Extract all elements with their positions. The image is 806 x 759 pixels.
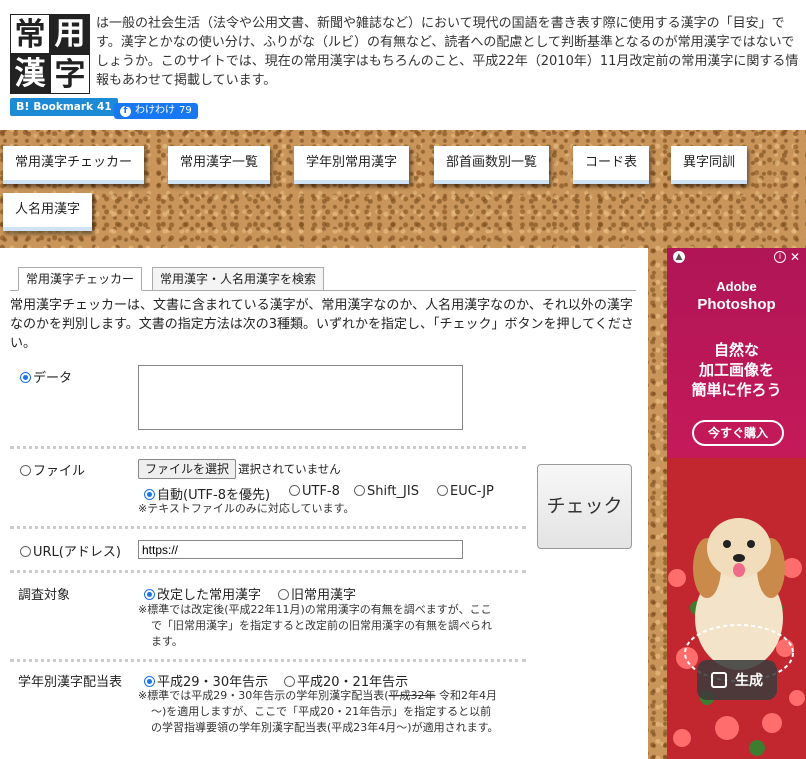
logo-char: 常 — [10, 14, 50, 54]
file-label: ファイル — [33, 464, 86, 479]
nav-kanji-list[interactable]: 常用漢字一覧 — [168, 146, 271, 184]
file-option[interactable]: ファイル — [20, 460, 85, 479]
radio-grade-h20[interactable] — [284, 676, 295, 687]
grade-note-text: ※標準では平成29・30年告示の学年別漢字配当表( — [138, 689, 389, 702]
target-revised[interactable]: 改定した常用漢字 — [144, 584, 261, 603]
nav-grade-kanji[interactable]: 学年別常用漢字 — [294, 146, 410, 184]
target-revised-label: 改定した常用漢字 — [157, 588, 262, 603]
hatena-b-icon: B! — [16, 100, 30, 113]
tab-search[interactable]: 常用漢字・人名用漢字を検索 — [152, 267, 325, 291]
share-count: 79 — [179, 105, 192, 116]
target-label: 調査対象 — [18, 588, 71, 603]
encoding-sjis[interactable]: Shift_JIS — [354, 484, 419, 499]
divider — [10, 526, 526, 529]
radio-url[interactable] — [20, 546, 31, 557]
encoding-eucjp-label: EUC-JP — [450, 484, 494, 499]
grade-note-strike: 平成32年 — [388, 689, 436, 702]
ad-copy-line: 自然な — [713, 341, 759, 359]
target-note-line: ます。 — [151, 635, 183, 648]
ad-copy: 自然な 加工画像を 簡単に作ろう — [667, 340, 806, 400]
ad-buy-button[interactable]: 今すぐ購入 — [692, 420, 784, 446]
check-button[interactable]: チェック — [537, 464, 632, 549]
radio-grade-h29[interactable] — [144, 676, 155, 687]
radio-encoding-eucjp[interactable] — [437, 485, 448, 496]
ad-info-icon[interactable]: ▲ — [673, 251, 685, 263]
radio-encoding-sjis[interactable] — [354, 485, 365, 496]
tab-checker[interactable]: 常用漢字チェッカー — [18, 267, 143, 291]
grade-note-line: ～)を適用しますが、ここで「平成20・21年告示」を指定すると以前 — [151, 705, 492, 718]
nav-name-kanji[interactable]: 人名用漢字 — [3, 193, 93, 231]
encoding-utf8-label: UTF-8 — [302, 484, 340, 499]
data-textarea[interactable] — [138, 365, 463, 430]
grade-note-line: ※標準では平成29・30年告示の学年別漢字配当表(平成32年 令和2年4月 — [138, 688, 497, 704]
url-option[interactable]: URL(アドレス) — [20, 541, 121, 560]
ad-copy-line: 簡単に作ろう — [691, 381, 782, 399]
encoding-sjis-label: Shift_JIS — [367, 484, 419, 499]
file-note: ※テキストファイルのみに対応しています。 — [138, 502, 355, 515]
divider — [10, 446, 526, 449]
generate-icon — [711, 672, 727, 688]
facebook-icon: f — [120, 105, 131, 117]
radio-target-old[interactable] — [278, 589, 289, 600]
radio-encoding-utf8[interactable] — [289, 485, 300, 496]
advertisement[interactable]: ▲ i ✕ Adobe Photoshop 自然な 加工画像を 簡単に作ろう 今… — [667, 248, 806, 759]
ad-brand: Photoshop — [697, 296, 776, 313]
target-old-label: 旧常用漢字 — [291, 588, 357, 603]
ad-close-icon[interactable]: ✕ — [788, 250, 802, 264]
ad-generate-label: 生成 — [735, 673, 763, 689]
encoding-eucjp[interactable]: EUC-JP — [437, 484, 494, 499]
ad-brand: Adobe — [716, 279, 757, 294]
logo-char: 字 — [50, 54, 90, 94]
nav-checker[interactable]: 常用漢字チェッカー — [3, 146, 145, 184]
grade-label: 学年別漢字配当表 — [18, 675, 123, 690]
divider — [10, 570, 526, 573]
checker-description: 常用漢字チェッカーは、文書に含まれている漢字が、常用漢字なのか、人名用漢字なのか… — [10, 298, 634, 351]
data-label: データ — [33, 371, 73, 386]
data-option[interactable]: データ — [20, 367, 72, 386]
site-intro: は一般の社会生活（法令や公用文書、新聞や雑誌など）において現代の国語を書き表す際… — [96, 16, 799, 88]
radio-data[interactable] — [20, 372, 31, 383]
site-logo[interactable]: 常 用 漢 字 — [10, 14, 90, 94]
target-note-line: で「旧常用漢字」を指定すると改定前の旧常用漢字の有無を調べられ — [151, 619, 492, 632]
target-note-line: ※標準では改定後(平成22年11月)の常用漢字の有無を調べますが、ここ — [138, 603, 492, 616]
ad-dog-photo — [667, 458, 806, 759]
radio-target-revised[interactable] — [144, 589, 155, 600]
ad-choices-icon[interactable]: i — [774, 251, 786, 263]
bookmark-label: Bookmark — [33, 101, 94, 113]
bookmark-count: 41 — [97, 101, 112, 113]
nav-radical-list[interactable]: 部首画数別一覧 — [434, 146, 550, 184]
file-choose-button[interactable]: ファイルを選択 — [138, 459, 237, 479]
url-input[interactable] — [138, 540, 463, 559]
radio-encoding-auto[interactable] — [144, 489, 155, 500]
file-status: 選択されていません — [238, 462, 341, 476]
nav-homophones[interactable]: 異字同訓 — [671, 146, 748, 184]
encoding-utf8[interactable]: UTF-8 — [289, 484, 340, 499]
hatena-bookmark-button[interactable]: B! Bookmark 41 — [10, 98, 118, 116]
nav-code-table[interactable]: コード表 — [573, 146, 650, 184]
url-label: URL(アドレス) — [33, 545, 121, 560]
radio-file[interactable] — [20, 465, 31, 476]
facebook-share-button[interactable]: f わけわけ 79 — [114, 103, 198, 119]
divider — [10, 659, 526, 662]
ad-top-bar: ▲ i ✕ — [667, 248, 806, 266]
checker-panel: 常用漢字チェッカー 常用漢字・人名用漢字を検索 常用漢字チェッカーは、文書に含ま… — [0, 248, 648, 759]
logo-char: 用 — [50, 14, 90, 54]
share-label: わけわけ — [135, 105, 175, 116]
ad-generate-button[interactable]: 生成 — [697, 660, 777, 700]
logo-char: 漢 — [10, 54, 50, 94]
grade-note-text: 令和2年4月 — [435, 689, 498, 702]
site-header: 常 用 漢 字 は一般の社会生活（法令や公用文書、新聞や雑誌など）において現代の… — [0, 0, 806, 130]
grade-note-line: の学習指導要領の学年別漢字配当表(平成23年4月～)が適用されます。 — [151, 721, 499, 734]
ad-copy-line: 加工画像を — [698, 361, 774, 379]
target-old[interactable]: 旧常用漢字 — [278, 584, 356, 603]
